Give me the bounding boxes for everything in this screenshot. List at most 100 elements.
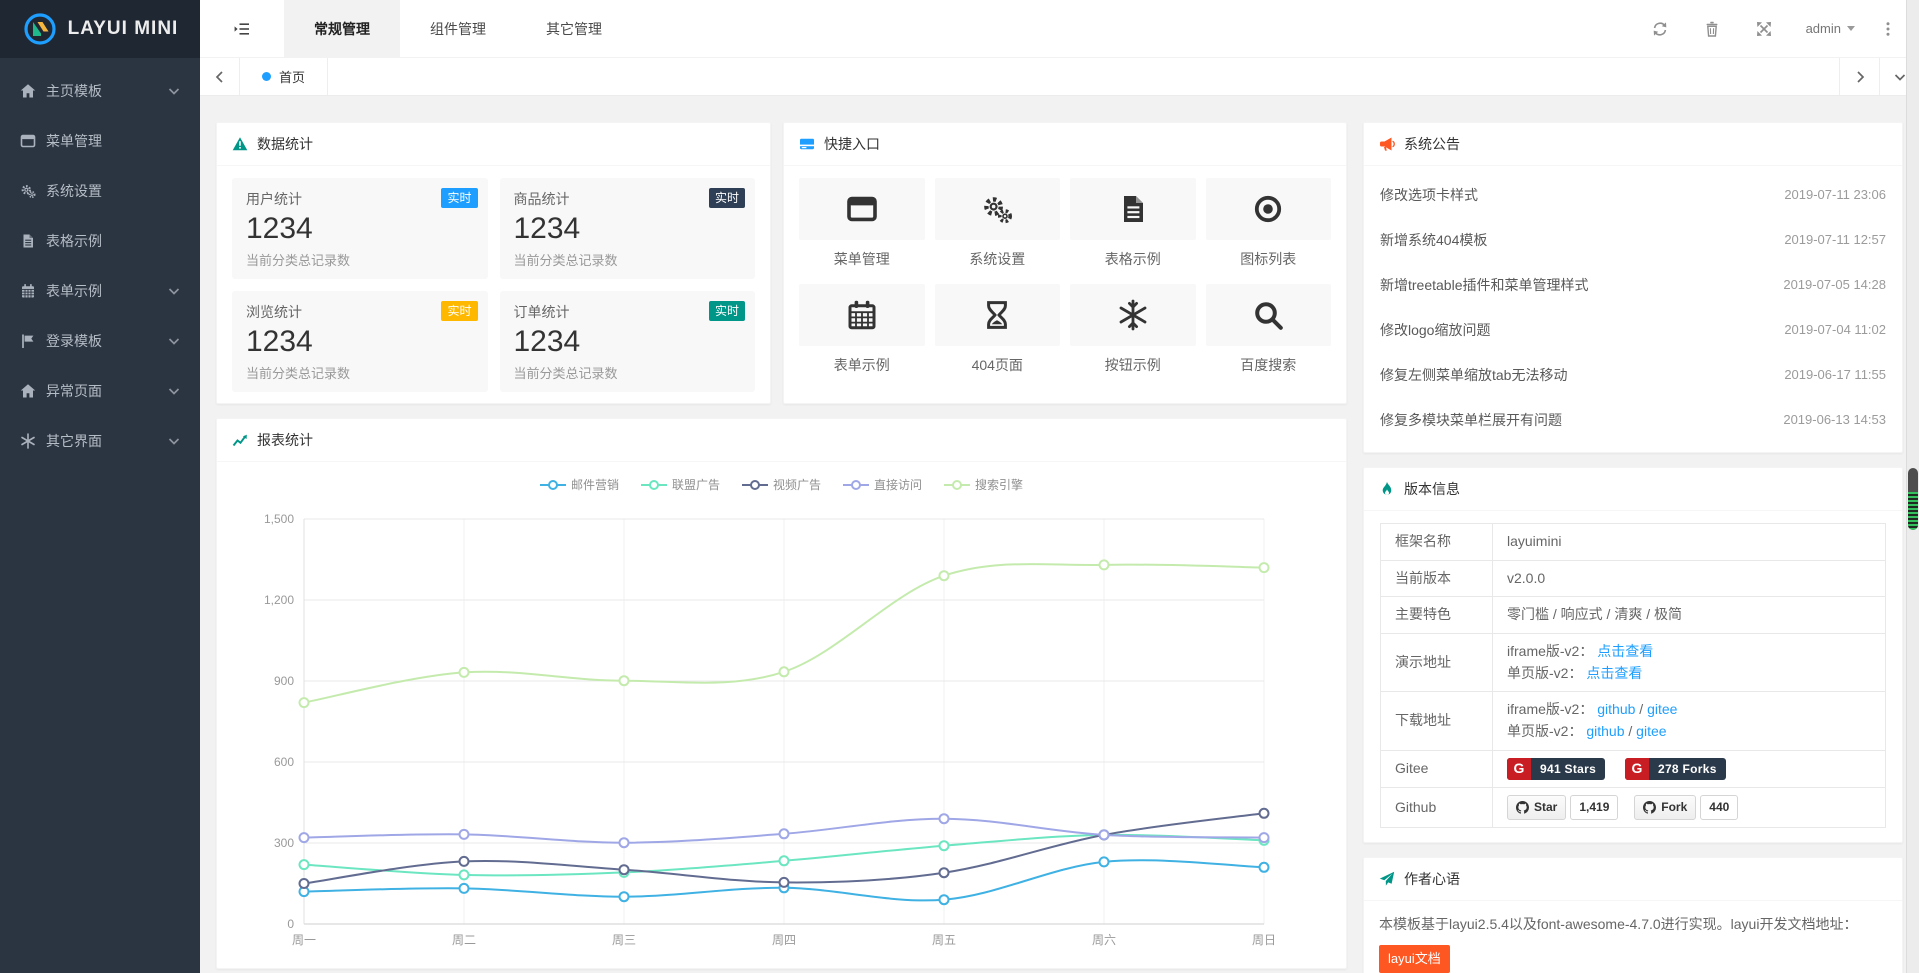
sidebar-toggle-button[interactable] bbox=[200, 0, 284, 57]
sidebar-item-table-example[interactable]: 表格示例 bbox=[0, 216, 200, 266]
github-fork-button[interactable]: Fork bbox=[1634, 795, 1696, 820]
stat-value: 1234 bbox=[514, 325, 742, 359]
quick-entry-table-example[interactable]: 表格示例 bbox=[1070, 178, 1196, 274]
sidebar-item-system-settings[interactable]: 系统设置 bbox=[0, 166, 200, 216]
gitee-download-link[interactable]: gitee bbox=[1636, 723, 1666, 739]
more-menu-button[interactable] bbox=[1871, 21, 1905, 37]
announcement-row[interactable]: 修复左侧菜单缩放tab无法移动2019-06-17 11:55 bbox=[1380, 352, 1886, 397]
github-download-link[interactable]: github bbox=[1597, 701, 1635, 717]
legend-item[interactable]: 搜索引擎 bbox=[944, 476, 1023, 493]
svg-text:0: 0 bbox=[287, 917, 294, 931]
announcement-row[interactable]: 新增treetable插件和菜单管理样式2019-07-05 14:28 bbox=[1380, 262, 1886, 307]
panel-title: 版本信息 bbox=[1404, 479, 1460, 499]
file-text-icon bbox=[20, 233, 36, 249]
user-dropdown[interactable]: admin bbox=[1790, 21, 1871, 36]
github-fork-count[interactable]: 440 bbox=[1700, 795, 1738, 820]
announcement-text: 修改选项卡样式 bbox=[1380, 185, 1478, 205]
sidebar-item-home-template[interactable]: 主页模板 bbox=[0, 66, 200, 116]
fullscreen-button[interactable] bbox=[1738, 21, 1790, 37]
announcement-date: 2019-07-04 11:02 bbox=[1784, 322, 1886, 337]
legend-item[interactable]: 视频广告 bbox=[742, 476, 821, 493]
announcement-row[interactable]: 新增系统404模板2019-07-11 12:57 bbox=[1380, 217, 1886, 262]
sidebar-item-menu-management[interactable]: 菜单管理 bbox=[0, 116, 200, 166]
github-star-count[interactable]: 1,419 bbox=[1570, 795, 1618, 820]
flag-icon bbox=[20, 333, 36, 349]
gitee-download-link[interactable]: gitee bbox=[1647, 701, 1677, 717]
stat-desc: 当前分类总记录数 bbox=[246, 250, 474, 269]
snowflake-icon bbox=[1117, 299, 1149, 331]
legend-item[interactable]: 邮件营销 bbox=[540, 476, 619, 493]
quick-entry-system-settings[interactable]: 系统设置 bbox=[935, 178, 1061, 274]
quick-entry-button-example[interactable]: 按钮示例 bbox=[1070, 284, 1196, 380]
header-tab-label: 组件管理 bbox=[430, 19, 486, 39]
warning-triangle-icon bbox=[232, 136, 248, 152]
github-download-link[interactable]: github bbox=[1586, 723, 1624, 739]
header-tab-general[interactable]: 常规管理 bbox=[284, 0, 400, 57]
quick-entry-form-example[interactable]: 表单示例 bbox=[799, 284, 925, 380]
quick-entry-label: 表格示例 bbox=[1070, 249, 1196, 269]
report-line-chart: 03006009001,2001,500周一周二周三周四周五周六周日 bbox=[229, 493, 1314, 963]
tab-scroll-left-button[interactable] bbox=[200, 58, 240, 95]
quick-entry-baidu-search[interactable]: 百度搜索 bbox=[1206, 284, 1332, 380]
sidebar-item-other-ui[interactable]: 其它界面 bbox=[0, 416, 200, 466]
demo-view-link[interactable]: 点击查看 bbox=[1597, 643, 1653, 659]
announcement-row[interactable]: 修改选项卡样式 2019-07-11 23:06 bbox=[1380, 172, 1886, 217]
github-star-button[interactable]: Star bbox=[1507, 795, 1566, 820]
quick-entry-menu-management[interactable]: 菜单管理 bbox=[799, 178, 925, 274]
gitee-forks-badge[interactable]: G278 Forks bbox=[1625, 758, 1726, 780]
layui-docs-badge[interactable]: layui文档 bbox=[1379, 945, 1450, 973]
refresh-button[interactable] bbox=[1634, 21, 1686, 37]
clear-cache-button[interactable] bbox=[1686, 21, 1738, 37]
legend-marker-icon bbox=[742, 479, 768, 491]
more-vertical-icon bbox=[1880, 21, 1896, 37]
announcement-row[interactable]: 修改logo缩放问题2019-07-04 11:02 bbox=[1380, 307, 1886, 352]
github-fork-label: Fork bbox=[1661, 798, 1687, 817]
stat-card-views: 浏览统计 1234 当前分类总记录数 实时 bbox=[232, 291, 488, 392]
stat-value: 1234 bbox=[514, 212, 742, 246]
panel-header: 版本信息 bbox=[1364, 468, 1902, 511]
svg-text:900: 900 bbox=[274, 674, 294, 688]
tab-scroll-right-button[interactable] bbox=[1839, 58, 1879, 95]
scrollbar-thumb[interactable] bbox=[1908, 468, 1918, 530]
demo-line-prefix: iframe版-v2： bbox=[1507, 643, 1593, 659]
gears-icon bbox=[20, 183, 36, 199]
sidebar-item-label: 菜单管理 bbox=[46, 131, 102, 151]
header-tab-components[interactable]: 组件管理 bbox=[400, 0, 516, 57]
sidebar-item-login-template[interactable]: 登录模板 bbox=[0, 316, 200, 366]
sidebar-item-form-example[interactable]: 表单示例 bbox=[0, 266, 200, 316]
announcement-text: 修复多模块菜单栏展开有问题 bbox=[1380, 410, 1562, 430]
chevron-down-icon bbox=[166, 333, 182, 349]
quick-entry-404-page[interactable]: 404页面 bbox=[935, 284, 1061, 380]
page-tab-home[interactable]: 首页 bbox=[240, 58, 328, 95]
legend-label: 直接访问 bbox=[874, 476, 922, 493]
panel-header: 作者心语 bbox=[1364, 858, 1902, 901]
svg-text:周四: 周四 bbox=[772, 933, 796, 947]
page-scrollbar[interactable] bbox=[1906, 0, 1919, 973]
demo-view-link[interactable]: 点击查看 bbox=[1586, 665, 1642, 681]
announcement-text: 修复左侧菜单缩放tab无法移动 bbox=[1380, 365, 1567, 385]
panel-title: 数据统计 bbox=[257, 134, 313, 154]
gitee-logo-icon: G bbox=[1507, 758, 1531, 780]
version-row-label: 下载地址 bbox=[1381, 692, 1493, 750]
legend-item[interactable]: 直接访问 bbox=[843, 476, 922, 493]
hourglass-icon bbox=[981, 299, 1013, 331]
legend-item[interactable]: 联盟广告 bbox=[641, 476, 720, 493]
username: admin bbox=[1806, 21, 1841, 36]
svg-text:600: 600 bbox=[274, 755, 294, 769]
sidebar: LAYUI MINI 主页模板 菜单管理 系统设置 表格示例 表单示例 bbox=[0, 0, 200, 973]
panel-title: 系统公告 bbox=[1404, 134, 1460, 154]
announcement-row[interactable]: 修复多模块菜单栏展开有问题2019-06-13 14:53 bbox=[1380, 397, 1886, 442]
header-tab-other[interactable]: 其它管理 bbox=[516, 0, 632, 57]
legend-label: 视频广告 bbox=[773, 476, 821, 493]
quick-entry-icon-list[interactable]: 图标列表 bbox=[1206, 178, 1332, 274]
sidebar-item-label: 系统设置 bbox=[46, 181, 102, 201]
svg-text:周六: 周六 bbox=[1092, 933, 1116, 947]
version-row-label: 主要特色 bbox=[1381, 597, 1493, 634]
gitee-stars-badge[interactable]: G941 Stars bbox=[1507, 758, 1605, 780]
announcement-date: 2019-07-11 23:06 bbox=[1784, 187, 1886, 202]
trash-icon bbox=[1704, 21, 1720, 37]
version-row-label: Github bbox=[1381, 788, 1493, 828]
stat-value: 1234 bbox=[246, 212, 474, 246]
sidebar-item-error-pages[interactable]: 异常页面 bbox=[0, 366, 200, 416]
stat-card-goods: 商品统计 1234 当前分类总记录数 实时 bbox=[500, 178, 756, 279]
